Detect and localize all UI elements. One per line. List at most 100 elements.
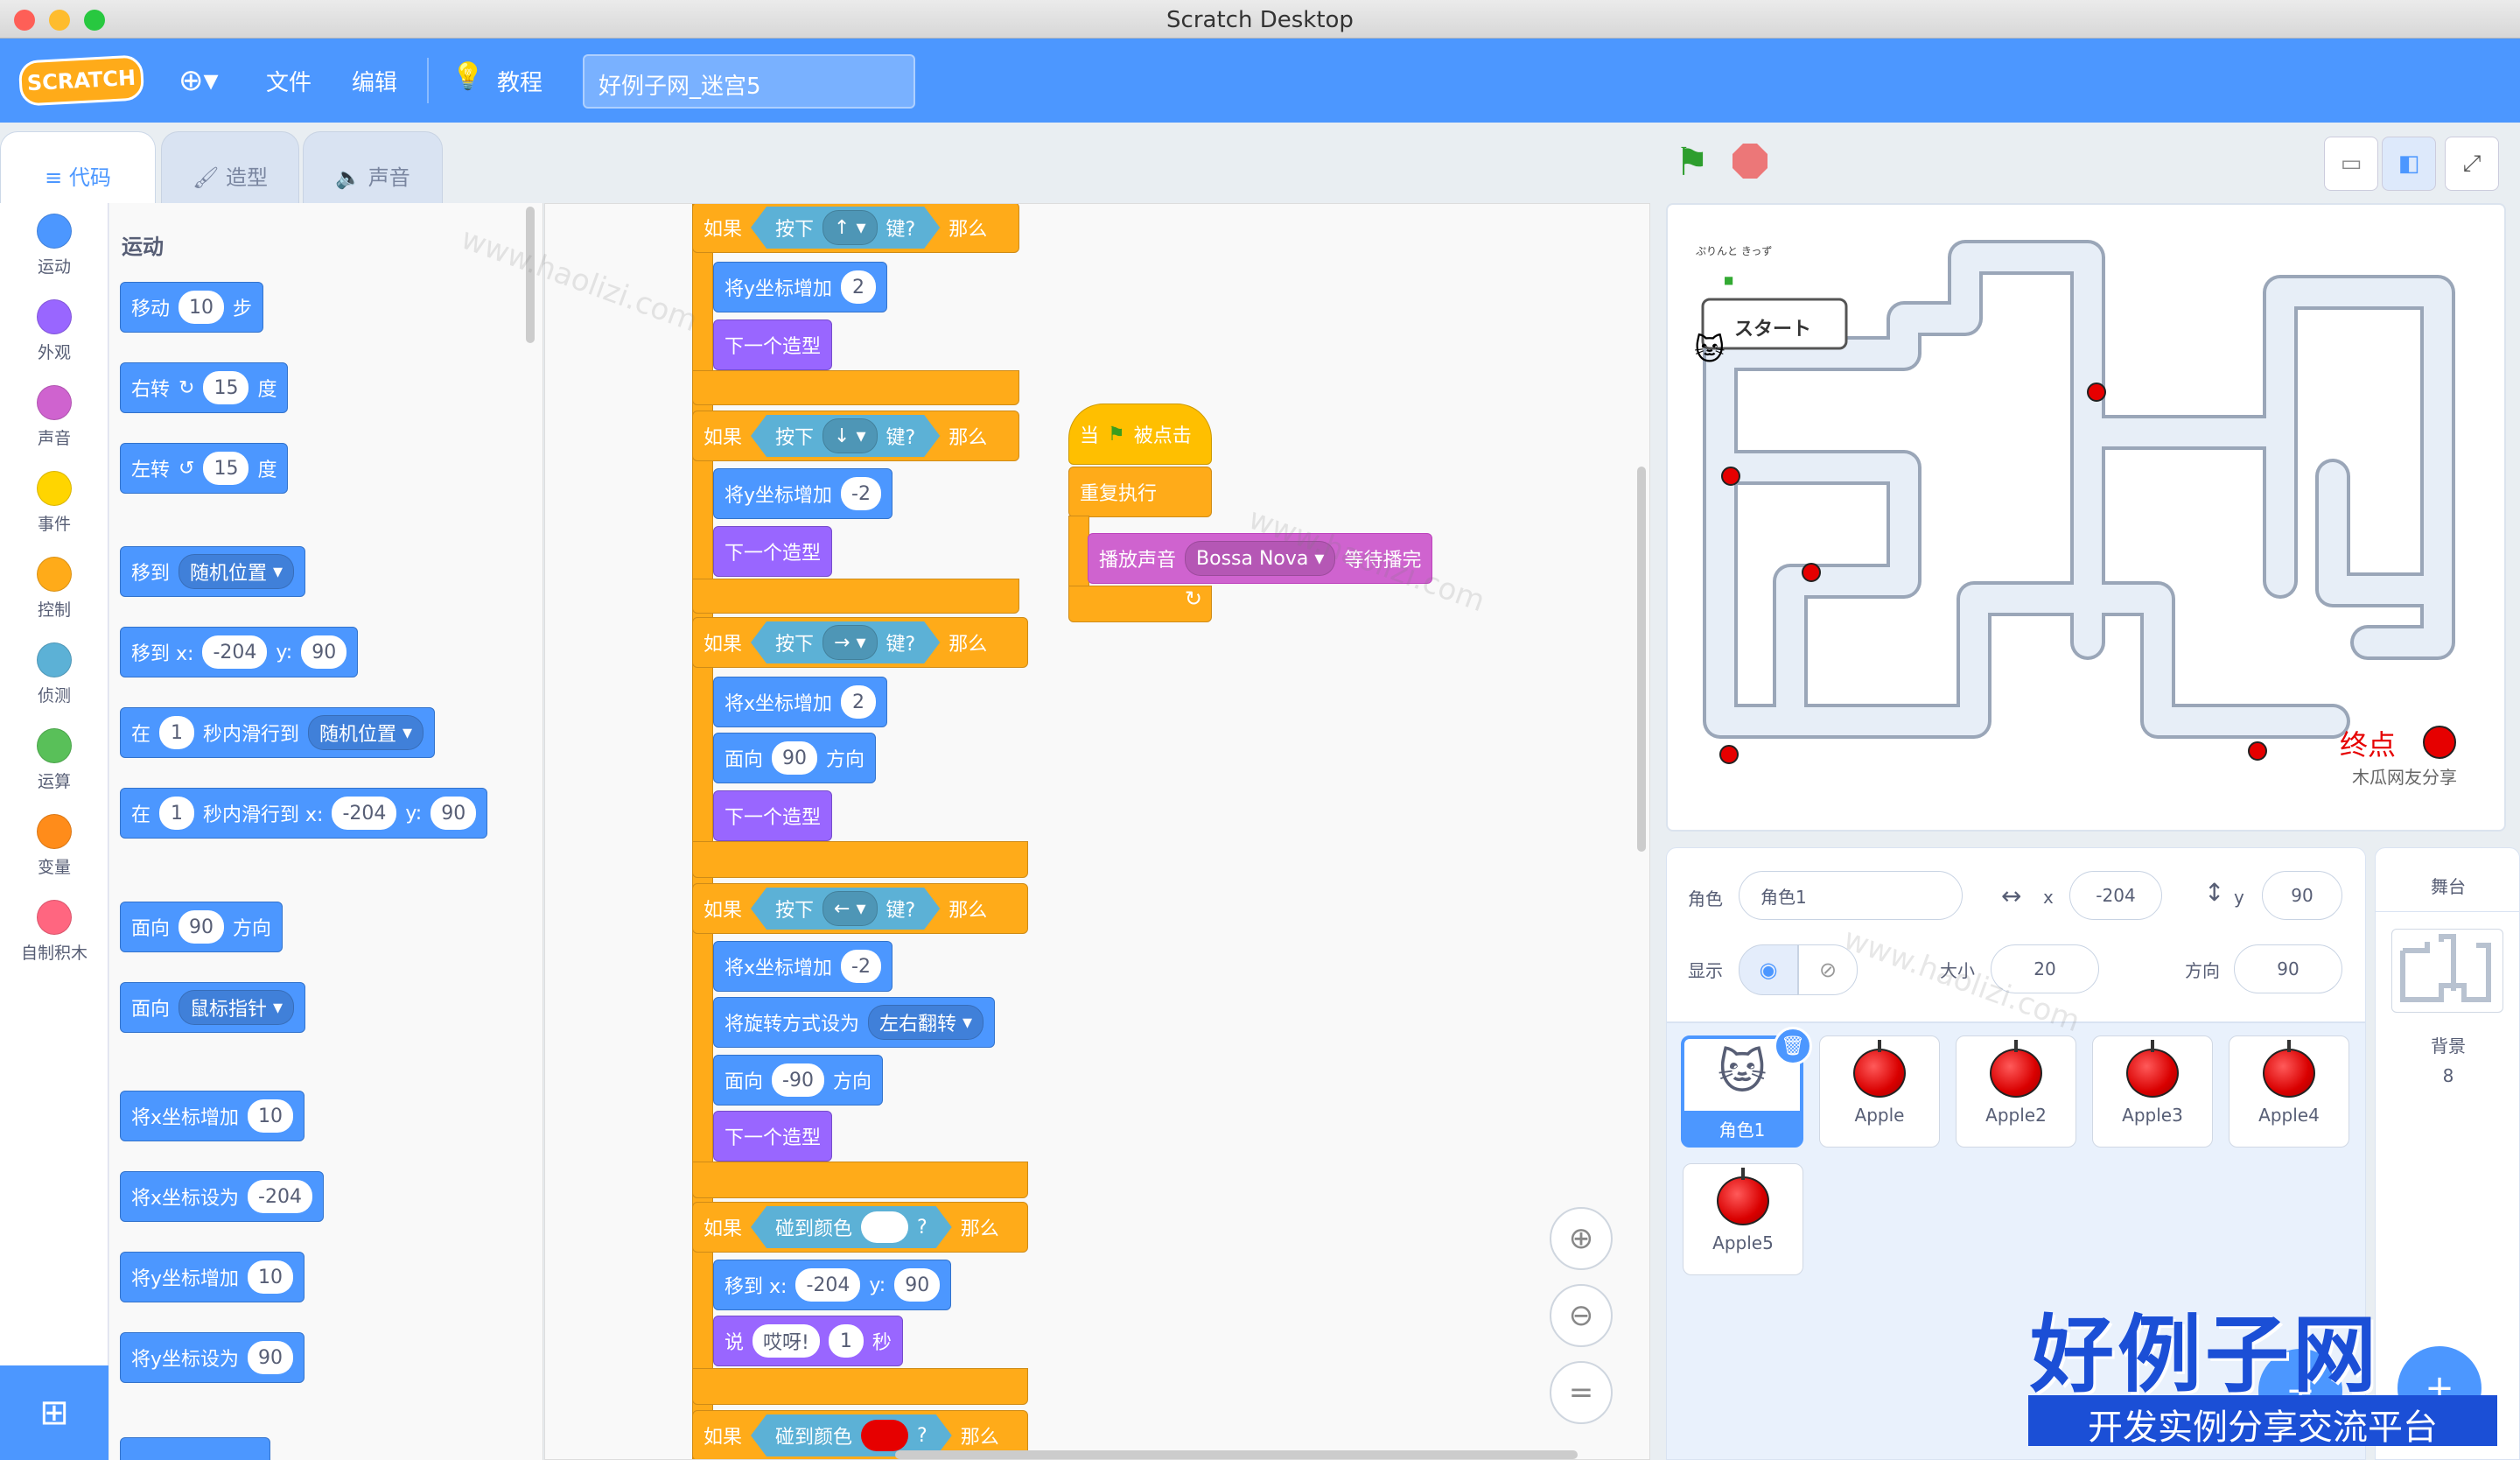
next-costume-block[interactable]: 下一个造型 <box>713 526 833 577</box>
next-costume-block[interactable]: 下一个造型 <box>713 790 833 841</box>
category-looks[interactable]: 外观 <box>0 299 108 363</box>
stop-button[interactable] <box>1732 144 1768 179</box>
point-direction-block[interactable]: 面向 -90 方向 <box>713 1055 883 1106</box>
sprite-tile[interactable]: Apple <box>1819 1035 1940 1148</box>
next-costume-block[interactable]: 下一个造型 <box>713 319 833 370</box>
tab-sounds[interactable]: 🔈 声音 <box>303 131 443 203</box>
if-up-block[interactable]: 如果 按下 ↑ ▾ 键? 那么 <box>692 204 1019 253</box>
file-menu[interactable]: 文件 <box>266 65 312 97</box>
turn-left-block[interactable]: 左转 ↺ 15 度 <box>120 443 289 494</box>
delete-sprite-button[interactable]: 🗑 <box>1774 1027 1812 1065</box>
rotation-style-block[interactable]: 将旋转方式设为 左右翻转 ▾ <box>713 997 996 1048</box>
zoom-reset-icon: = <box>1568 1375 1594 1410</box>
tab-code[interactable]: ≡ 代码 <box>0 131 156 203</box>
forever-block[interactable]: 重复执行 <box>1068 467 1212 517</box>
category-sensing[interactable]: 侦测 <box>0 642 108 706</box>
if-left-block[interactable]: 如果 按下 ← ▾ 键? 那么 <box>692 883 1028 934</box>
category-events[interactable]: 事件 <box>0 471 108 535</box>
workspace-vscrollbar[interactable] <box>1637 467 1646 852</box>
workspace-hscrollbar[interactable] <box>895 1450 1578 1459</box>
block-palette: 运动 移动 10 步 右转 ↻ 15 度 左转 ↺ 15 度 移到 随机位置 ▾ 移到 x: -20… <box>109 203 543 1460</box>
sprite-tile[interactable]: Apple2 <box>1956 1035 2076 1148</box>
change-x-block[interactable]: 将x坐标增加 -2 <box>713 941 892 992</box>
point-direction-block[interactable]: 面向 90 方向 <box>713 733 877 783</box>
if-end <box>692 370 1019 405</box>
y-field[interactable]: 90 <box>2262 871 2342 920</box>
category-sound[interactable]: 声音 <box>0 385 108 449</box>
operators-dot-icon <box>37 728 72 763</box>
next-costume-block[interactable]: 下一个造型 <box>713 1111 833 1162</box>
goto-block[interactable]: 移到 随机位置 ▾ <box>120 546 306 597</box>
partial-block[interactable] <box>120 1437 270 1460</box>
apple-thumbnail <box>1853 1040 1906 1098</box>
zoom-out-button[interactable]: ⊖ <box>1550 1284 1613 1347</box>
speaker-icon: 🔈 <box>335 165 368 190</box>
sprite-tile[interactable]: Apple5 <box>1683 1163 1803 1275</box>
cat-sprite[interactable]: 🐱 <box>1694 333 1725 368</box>
sound-dot-icon <box>37 385 72 420</box>
add-extension-button[interactable]: ⊞ <box>0 1365 108 1460</box>
scratch-logo[interactable]: SCRATCH <box>18 54 145 107</box>
set-y-block[interactable]: 将y坐标设为 90 <box>120 1332 305 1383</box>
show-label: 显示 <box>1688 960 1723 981</box>
category-control[interactable]: 控制 <box>0 557 108 621</box>
change-x-block[interactable]: 将x坐标增加 10 <box>120 1091 305 1141</box>
category-operators[interactable]: 运算 <box>0 728 108 792</box>
category-variables[interactable]: 变量 <box>0 814 108 878</box>
edit-menu[interactable]: 编辑 <box>352 65 397 97</box>
point-direction-block[interactable]: 面向 90 方向 <box>120 902 284 952</box>
project-title-input[interactable]: 好例子网_迷宫5 <box>583 54 915 109</box>
rotate-left-icon: ↺ <box>178 457 195 480</box>
language-globe-icon[interactable]: ⊕▾ <box>178 63 219 98</box>
if-right-block[interactable]: 如果 按下 → ▾ 键? 那么 <box>692 617 1028 668</box>
zoom-in-button[interactable]: ⊕ <box>1550 1207 1613 1270</box>
fullscreen-icon: ⤢ <box>2462 150 2482 177</box>
category-motion[interactable]: 运动 <box>0 214 108 277</box>
goto-xy-block[interactable]: 移到 x: -204 y: 90 <box>713 1260 952 1310</box>
change-y-block[interactable]: 将y坐标增加 2 <box>713 262 888 312</box>
lightbulb-icon[interactable]: 💡 <box>452 61 484 92</box>
change-x-block[interactable]: 将x坐标增加 2 <box>713 677 888 727</box>
say-for-secs-block[interactable]: 说哎呀! 1 秒 <box>713 1316 903 1366</box>
color-swatch-red[interactable] <box>861 1420 908 1451</box>
direction-field[interactable]: 90 <box>2234 944 2342 993</box>
stage-credit: 木瓜网友分享 <box>2352 767 2457 788</box>
code-icon: ≡ <box>45 165 69 190</box>
eye-icon: ◉ <box>1759 958 1778 982</box>
fullscreen-button[interactable]: ⤢ <box>2445 137 2499 191</box>
x-field[interactable]: -204 <box>2069 871 2162 920</box>
sprite-tile[interactable]: Apple3 <box>2092 1035 2213 1148</box>
zoom-reset-button[interactable]: = <box>1550 1361 1613 1424</box>
green-flag-button[interactable]: ⚑ <box>1675 140 1709 185</box>
point-towards-block[interactable]: 面向 鼠标指针 ▾ <box>120 982 306 1033</box>
color-swatch-white[interactable] <box>861 1211 908 1243</box>
category-my-blocks[interactable]: 自制积木 <box>0 900 108 964</box>
glide-xy-block[interactable]: 在 1 秒内滑行到 x: -204 y: 90 <box>120 788 488 839</box>
sprite-tile[interactable]: 🐱 角色1 🗑 <box>1681 1027 1812 1148</box>
apple-thumbnail <box>2263 1040 2315 1098</box>
if-down-block[interactable]: 如果 按下 ↓ ▾ 键? 那么 <box>692 411 1019 461</box>
sprite-name-field[interactable]: 角色1 <box>1739 871 1963 920</box>
script-workspace[interactable]: 如果 按下 ↑ ▾ 键? 那么 将y坐标增加 2 下一个造型 如果 按下 ↓ ▾ 键? 那么 将y… <box>544 203 1650 1460</box>
motion-dot-icon <box>37 214 72 249</box>
large-stage-button[interactable]: ◧ <box>2382 137 2436 191</box>
direction-label: 方向 <box>2185 960 2220 981</box>
sprite-tile[interactable]: Apple4 <box>2229 1035 2349 1148</box>
backdrop-count: 8 <box>2442 1065 2454 1086</box>
if-touching-white-block[interactable]: 如果 碰到颜色? 那么 <box>692 1202 1028 1253</box>
zoom-out-icon: ⊖ <box>1568 1298 1594 1333</box>
change-y-block[interactable]: 将y坐标增加 10 <box>120 1252 305 1302</box>
set-x-block[interactable]: 将x坐标设为 -204 <box>120 1171 324 1222</box>
stage-canvas[interactable]: ■ スタート 🐱 终点 木瓜网友分享 ぷりんと きっず <box>1666 203 2506 832</box>
tab-costumes[interactable]: 🖌 造型 <box>161 131 299 203</box>
small-stage-button[interactable]: ▭ <box>2324 137 2378 191</box>
glide-block[interactable]: 在 1 秒内滑行到 随机位置 ▾ <box>120 707 436 758</box>
move-steps-block[interactable]: 移动 10 步 <box>120 282 264 333</box>
tutorials-menu[interactable]: 教程 <box>497 65 542 97</box>
turn-right-block[interactable]: 右转 ↻ 15 度 <box>120 362 289 413</box>
goto-xy-block[interactable]: 移到 x: -204 y: 90 <box>120 627 359 677</box>
stage-top-logo: ぷりんと きっず <box>1696 245 1773 257</box>
change-y-block[interactable]: 将y坐标增加 -2 <box>713 468 892 519</box>
when-flag-clicked-block[interactable]: 当 ⚑ 被点击 <box>1068 404 1212 465</box>
show-sprite-button[interactable]: ◉ <box>1739 944 1798 995</box>
